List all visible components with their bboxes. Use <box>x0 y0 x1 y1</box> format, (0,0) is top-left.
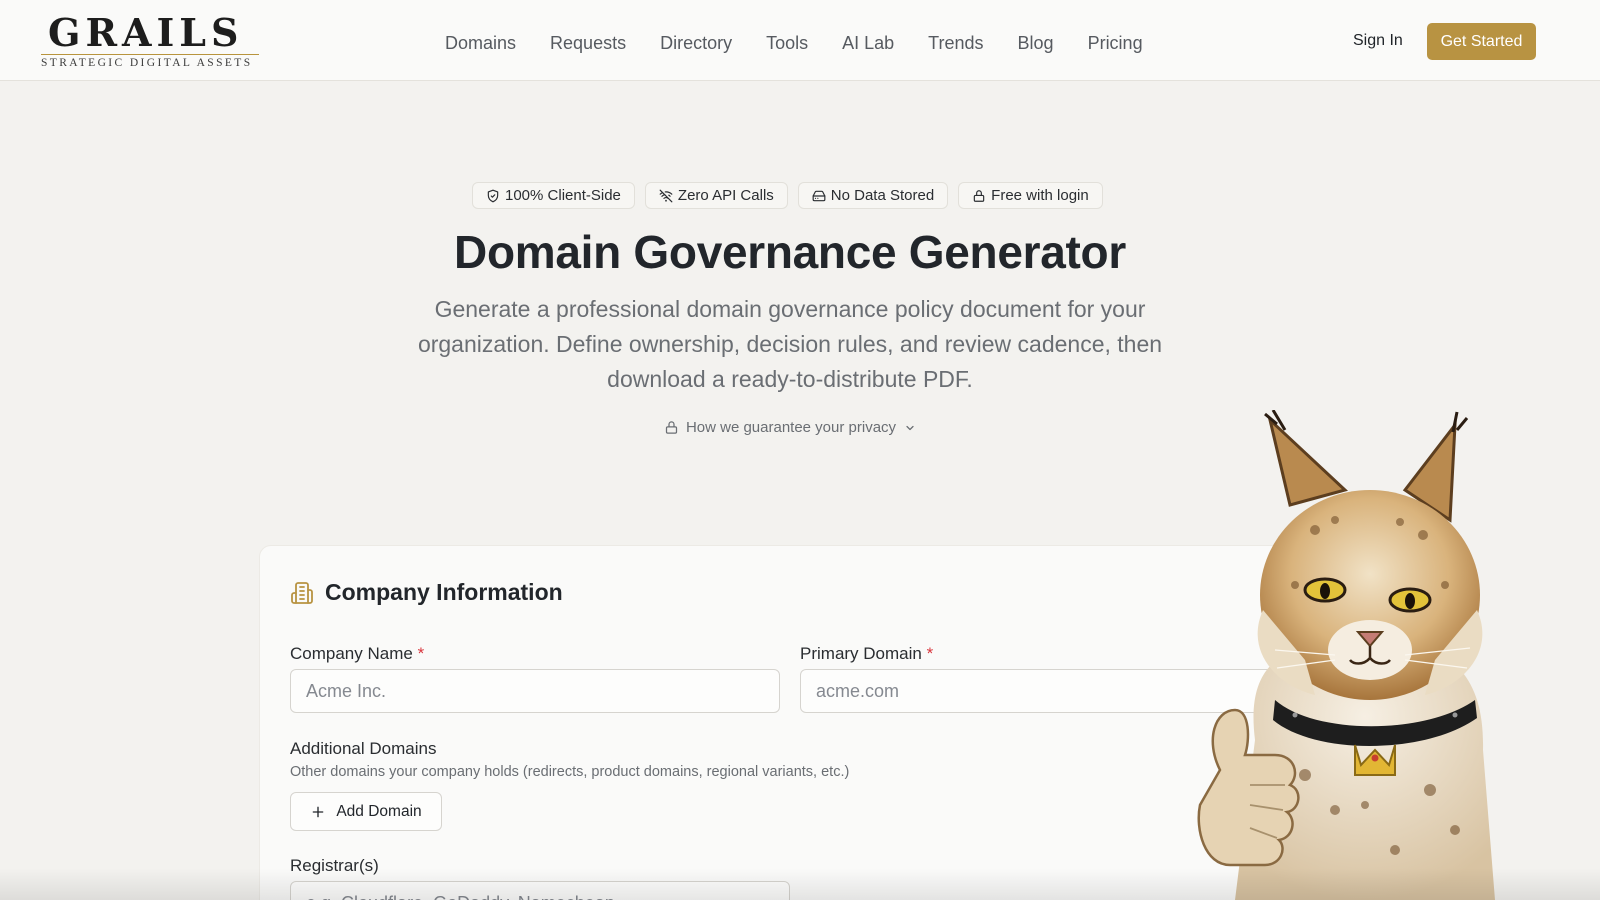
shield-icon <box>487 189 499 202</box>
add-domain-label: Add Domain <box>336 802 422 820</box>
privacy-toggle-label: How we guarantee your privacy <box>685 419 897 436</box>
drive-icon <box>812 190 826 201</box>
page-title: Domain Governance Generator <box>454 226 1126 278</box>
registrars-input[interactable] <box>290 881 790 900</box>
badge-no-data: No Data Stored <box>797 182 949 209</box>
lock-icon <box>665 421 678 434</box>
nav-pricing[interactable]: Pricing <box>1088 30 1143 56</box>
nav-domains[interactable]: Domains <box>445 30 516 56</box>
card-header: Company Information <box>290 579 563 606</box>
badge-client-side: 100% Client-Side <box>472 182 635 209</box>
left-ear <box>1267 415 1348 507</box>
nav-requests[interactable]: Requests <box>550 30 626 56</box>
logo-tagline: STRATEGIC DIGITAL ASSETS <box>41 57 253 69</box>
badge-free-login: Free with login <box>958 182 1103 209</box>
grails-logo[interactable]: GRAILS STRATEGIC DIGITAL ASSETS <box>41 14 261 69</box>
additional-domains-help: Other domains your company holds (redire… <box>290 764 850 780</box>
nav-tools[interactable]: Tools <box>766 30 808 56</box>
badge-label: 100% Client-Side <box>505 187 621 204</box>
sign-in-link[interactable]: Sign In <box>1353 29 1403 53</box>
company-name-label-text: Company Name <box>290 644 413 663</box>
badge-label: No Data Stored <box>830 187 935 204</box>
lock-icon <box>973 189 985 202</box>
primary-domain-label: Primary Domain * <box>800 644 933 664</box>
badge-zero-api: Zero API Calls <box>644 182 788 209</box>
add-domain-button[interactable]: Add Domain <box>290 792 442 831</box>
additional-domains-label: Additional Domains <box>290 739 437 758</box>
wifi-off-icon <box>659 189 673 202</box>
logo-wordmark: GRAILS <box>48 10 244 55</box>
chevron-down-icon <box>906 425 914 430</box>
page-subtitle: Generate a professional domain governanc… <box>417 296 1163 392</box>
nav-trends[interactable]: Trends <box>928 30 983 56</box>
top-navbar: GRAILS STRATEGIC DIGITAL ASSETS Domains … <box>0 0 1600 81</box>
nav-directory[interactable]: Directory <box>660 30 732 56</box>
main-nav: Domains Requests Directory Tools AI Lab … <box>445 30 1177 56</box>
company-name-input[interactable] <box>290 669 780 713</box>
feature-badges: 100% Client-Side Zero API Calls No Data … <box>472 182 1113 209</box>
nav-ai-lab[interactable]: AI Lab <box>842 30 894 56</box>
registrars-label: Registrar(s) <box>290 856 379 875</box>
required-mark: * <box>926 644 934 663</box>
plus-icon <box>313 806 324 817</box>
nav-blog[interactable]: Blog <box>1018 30 1054 56</box>
badge-label: Free with login <box>991 187 1089 204</box>
primary-domain-label-text: Primary Domain <box>800 644 922 663</box>
get-started-button[interactable]: Get Started <box>1427 23 1536 60</box>
company-name-label: Company Name * <box>290 644 424 664</box>
required-mark: * <box>417 644 425 663</box>
section-title: Company Information <box>325 579 563 605</box>
lynx-mascot-illustration <box>1197 410 1495 900</box>
company-info-card: Company Information Company Name * Prima… <box>259 545 1319 900</box>
building-icon <box>291 581 313 604</box>
badge-label: Zero API Calls <box>677 187 774 204</box>
